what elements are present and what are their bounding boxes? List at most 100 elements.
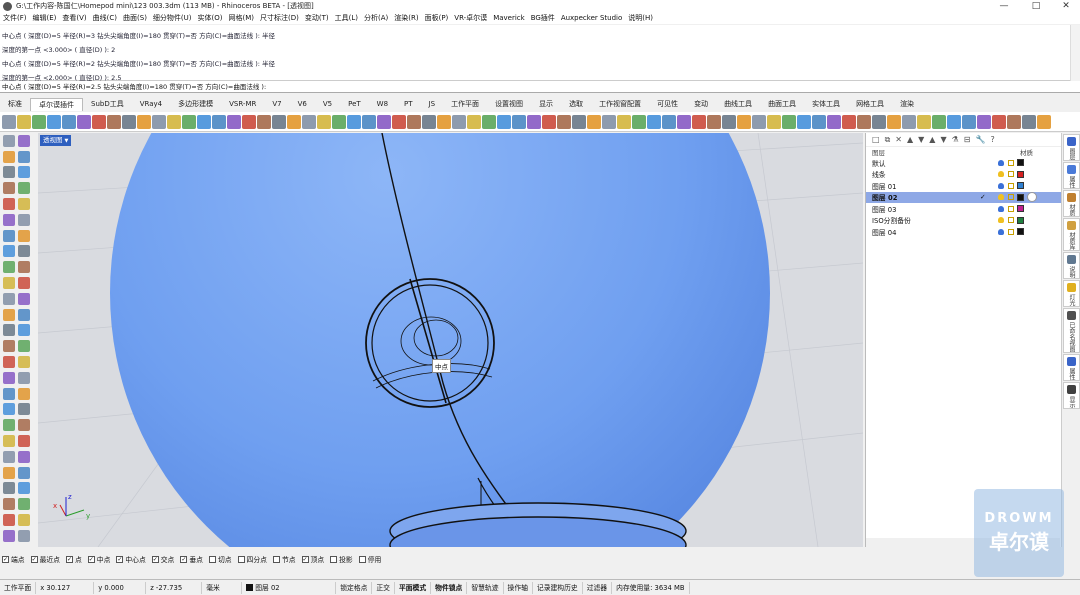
toolbar-command-icon[interactable] [587,114,601,129]
perspective-viewport[interactable]: x y z [38,133,863,547]
tool-command-icon[interactable] [3,292,15,305]
toolbar-tab[interactable]: 工作平面 [443,98,487,111]
tool-command-icon[interactable] [3,182,15,195]
toolbar-command-icon[interactable] [152,114,166,129]
toolbar-command-icon[interactable] [992,114,1006,129]
toolbar-command-icon[interactable] [617,114,631,129]
tool-command-icon[interactable] [18,213,30,226]
toolbar-command-icon[interactable] [527,114,541,129]
osnap-checkbox[interactable]: ✓ [30,555,38,563]
panel-tab[interactable]: 属性 [1063,354,1080,381]
toolbar-tab[interactable]: PeT [340,98,369,111]
layer-row[interactable]: 图层 02 ✓ [866,191,1061,203]
menu-item[interactable]: 工具(L) [335,13,358,23]
menu-item[interactable]: 实体(O) [198,13,223,23]
toolbar-command-icon[interactable] [62,114,76,129]
menu-item[interactable]: Auxpecker Studio [561,14,622,22]
layer-row[interactable]: 图层 03 [866,203,1061,215]
toolbar-command-icon[interactable] [482,114,496,129]
tool-command-icon[interactable] [18,529,30,542]
toolbar-command-icon[interactable] [467,114,481,129]
tool-command-icon[interactable] [18,387,30,400]
toolbar-command-icon[interactable] [872,114,886,129]
menu-item[interactable]: VR-卓尔谟 [454,13,487,23]
toolbar-command-icon[interactable] [647,114,661,129]
status-units[interactable]: 毫米 [202,581,243,594]
toolbar-command-icon[interactable] [512,114,526,129]
toolbar-command-icon[interactable] [422,114,436,129]
material-swatch[interactable] [1027,192,1037,203]
light-bulb-icon[interactable] [998,194,1004,201]
osnap-checkbox[interactable]: ✓ [180,555,188,563]
status-toggle[interactable]: 过滤器 [583,581,613,594]
tool-command-icon[interactable] [18,371,30,384]
tool-command-icon[interactable] [3,419,15,432]
layer-tool-icon[interactable]: ▲ [929,135,935,144]
tool-command-icon[interactable] [3,150,15,163]
toolbar-command-icon[interactable] [557,114,571,129]
osnap-checkbox[interactable]: ✓ [301,555,309,563]
tool-command-icon[interactable] [3,466,15,479]
toolbar-command-icon[interactable] [107,114,121,129]
layer-tool-icon[interactable]: ▼ [918,135,924,144]
toolbar-command-icon[interactable] [902,114,916,129]
light-bulb-icon[interactable] [998,171,1004,178]
close-button[interactable]: ✕ [1052,0,1080,12]
tool-command-icon[interactable] [18,435,30,448]
maximize-button[interactable]: □ [1022,0,1050,12]
status-toggle[interactable]: 物件锁点 [431,581,468,594]
panel-tab[interactable]: 已命名视图 [1063,308,1080,353]
osnap-toggle[interactable]: 节点 [272,554,296,564]
toolbar-tab[interactable]: 多边形建模 [170,98,221,111]
status-toggle[interactable]: 记录建构历史 [533,581,583,594]
command-history-scrollbar[interactable] [1070,25,1080,81]
status-toggle[interactable]: 锁定格点 [336,581,373,594]
tool-command-icon[interactable] [18,482,30,495]
toolbar-tab[interactable]: VRay4 [132,98,170,111]
tool-command-icon[interactable] [3,324,15,337]
toolbar-tab[interactable]: SubD工具 [83,98,132,111]
tool-command-icon[interactable] [18,292,30,305]
toolbar-command-icon[interactable] [812,114,826,129]
layer-tool-icon[interactable]: 🔧 [975,135,985,144]
menu-item[interactable]: 查看(V) [62,13,86,23]
layer-color-swatch[interactable] [1017,170,1024,178]
light-bulb-icon[interactable] [998,217,1004,224]
toolbar-command-icon[interactable] [632,114,646,129]
layer-row[interactable]: 默认 [866,157,1061,169]
tool-command-icon[interactable] [18,324,30,337]
tool-command-icon[interactable] [18,261,30,274]
panel-tab[interactable]: 灯光 [1063,280,1080,307]
layer-color-swatch[interactable] [1017,228,1024,236]
lock-icon[interactable] [1008,182,1014,189]
menu-item[interactable]: 曲面(S) [123,13,147,23]
toolbar-command-icon[interactable] [407,114,421,129]
layer-row[interactable]: 图层 04 [866,226,1061,238]
toolbar-command-icon[interactable] [842,114,856,129]
toolbar-command-icon[interactable] [302,114,316,129]
tool-command-icon[interactable] [3,356,15,369]
light-bulb-icon[interactable] [998,205,1004,212]
lock-icon[interactable] [1008,217,1014,224]
toolbar-command-icon[interactable] [272,114,286,129]
panel-tab[interactable]: 显示 [1063,382,1080,409]
toolbar-command-icon[interactable] [137,114,151,129]
osnap-checkbox[interactable]: ✓ [2,555,9,563]
toolbar-tab[interactable]: 标准 [0,98,30,111]
light-bulb-icon[interactable] [998,182,1004,189]
toolbar-command-icon[interactable] [677,114,691,129]
lock-icon[interactable] [1008,228,1014,235]
osnap-checkbox[interactable] [358,555,366,563]
osnap-toggle[interactable]: ✓ 垂点 [180,554,203,564]
toolbar-command-icon[interactable] [917,114,931,129]
layer-row[interactable]: ISO分割备份 [866,215,1061,227]
toolbar-tab[interactable]: 选取 [561,98,591,111]
viewport-canvas[interactable]: x y z [38,133,863,547]
osnap-toggle[interactable]: 停用 [358,554,381,564]
tool-command-icon[interactable] [18,419,30,432]
tool-command-icon[interactable] [3,166,15,179]
toolbar-command-icon[interactable] [932,114,946,129]
toolbar-tab[interactable]: PT [396,98,421,111]
toolbar-command-icon[interactable] [182,114,196,129]
layer-tool-icon[interactable]: ▼ [940,135,946,144]
